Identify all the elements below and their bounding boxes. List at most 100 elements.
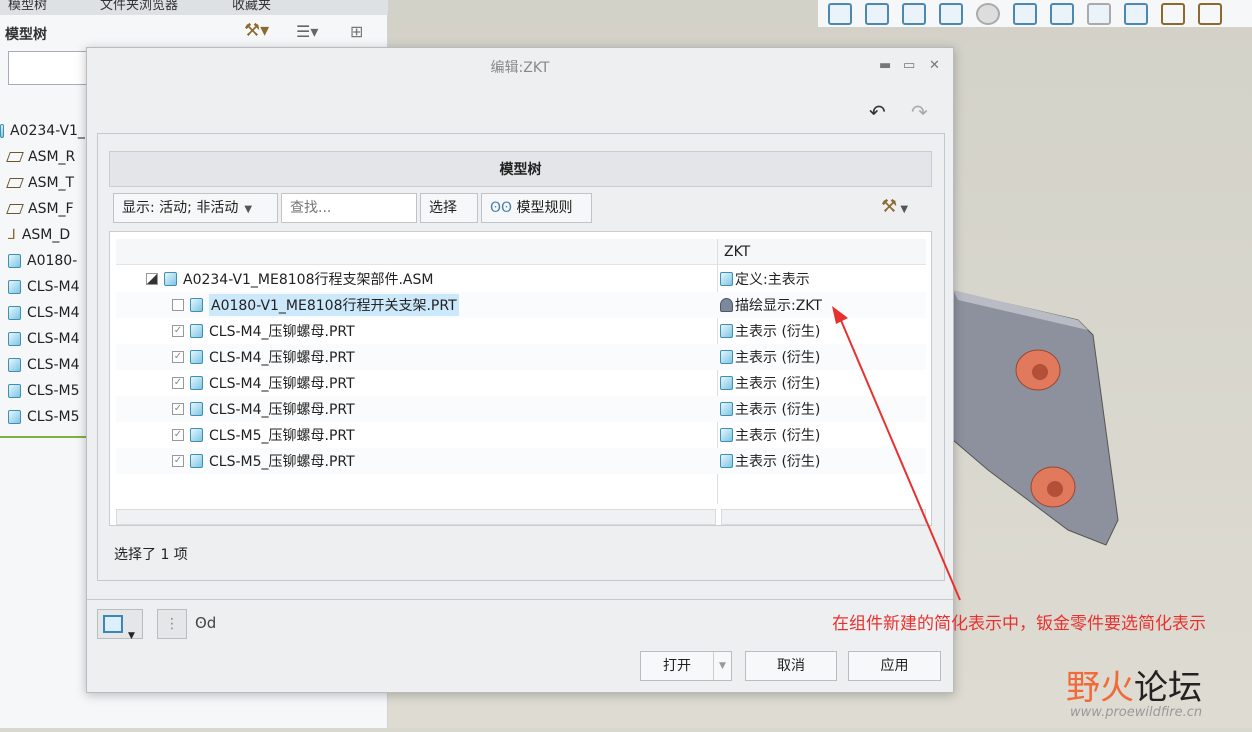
checkbox[interactable]: ✓ <box>172 351 184 363</box>
representation-cell[interactable]: 描绘显示:ZKT <box>720 295 822 315</box>
tree-item[interactable]: CLS-M5 <box>8 380 80 402</box>
representation-cell[interactable]: 主表示 (衍生) <box>720 451 820 471</box>
tree-item[interactable]: ASM_F <box>6 198 74 220</box>
datum-display-icon[interactable] <box>1161 2 1185 25</box>
tab-folder-browser[interactable]: 文件夹浏览器 <box>100 0 178 13</box>
tree-item[interactable]: CLS-M4 <box>8 302 80 324</box>
maximize-button[interactable]: ▭ <box>903 58 915 73</box>
tree-item[interactable]: A0234-V1_ <box>0 120 85 142</box>
column-header-zkt: ZKT <box>724 244 751 260</box>
saved-views-icon[interactable] <box>1013 2 1037 25</box>
representation-cell[interactable]: 主表示 (衍生) <box>720 399 820 419</box>
tree-item[interactable]: CLS-M4 <box>8 328 80 350</box>
undo-icon[interactable]: ↶ <box>869 100 886 124</box>
model-rules-dropdown[interactable]: ʘʘ 模型规则▼ <box>481 193 592 243</box>
user-icon <box>720 298 733 312</box>
component-name: CLS-M4_压铆螺母.PRT <box>209 324 355 340</box>
display-filter-dropdown[interactable]: 显示: 活动; 非活动 ▼ <box>113 193 278 223</box>
close-button[interactable]: ✕ <box>929 58 940 73</box>
part-icon <box>720 402 733 416</box>
component-name: CLS-M5_压铆螺母.PRT <box>209 454 355 470</box>
tree-item[interactable]: CLS-M4 <box>8 276 80 298</box>
expand-toggle[interactable] <box>146 273 158 285</box>
tab-favorites[interactable]: 收藏夹 <box>232 0 271 13</box>
tree-item[interactable]: CLS-M4 <box>8 354 80 376</box>
zoom-fit-icon[interactable] <box>828 2 852 25</box>
part-icon <box>8 358 21 372</box>
open-button[interactable]: 打开 ▼ <box>640 651 732 681</box>
table-row[interactable]: ✓ CLS-M4_压铆螺母.PRT 主表示 (衍生) <box>116 396 926 422</box>
settings-tools-icon[interactable]: ⚒ ▼ <box>881 196 908 217</box>
navigator-tabs: 模型树 文件夹浏览器 收藏夹 <box>0 0 388 15</box>
redo-icon[interactable]: ↷ <box>911 100 928 124</box>
insert-marker[interactable] <box>0 436 88 438</box>
table-row[interactable]: A0234-V1_ME8108行程支架部件.ASM 定义:主表示 <box>116 266 926 292</box>
table-row[interactable]: ✓ CLS-M5_压铆螺母.PRT 主表示 (衍生) <box>116 422 926 448</box>
part-icon <box>720 376 733 390</box>
glasses-icon: ʘʘ <box>490 200 513 216</box>
layout-button[interactable]: ▼ <box>97 609 143 641</box>
tab-model-tree[interactable]: 模型树 <box>8 0 47 13</box>
repaint-icon[interactable] <box>939 2 963 25</box>
part-icon <box>190 376 203 390</box>
tree-item[interactable]: ASM_T <box>6 172 74 194</box>
representation-cell[interactable]: 定义:主表示 <box>720 269 810 289</box>
apply-button[interactable]: 应用 <box>848 651 941 681</box>
section-icon[interactable] <box>1124 2 1148 25</box>
view-manager-icon[interactable] <box>1050 2 1074 25</box>
component-name: CLS-M5_压铆螺母.PRT <box>209 428 355 444</box>
chevron-down-icon: ▼ <box>244 204 253 215</box>
tree-item[interactable]: A0180- <box>8 250 77 272</box>
table-row[interactable]: A0180-V1_ME8108行程开关支架.PRT 描绘显示:ZKT <box>116 292 926 318</box>
select-dropdown[interactable]: 选择▼ <box>420 193 478 243</box>
tree-filter-icon[interactable]: ⊞ <box>350 22 363 41</box>
tree-item[interactable]: ⅃ ASM_D <box>8 224 70 246</box>
tree-item[interactable]: ASM_R <box>6 146 75 168</box>
show-list-icon[interactable]: ☰▾ <box>296 22 318 41</box>
status-text: 选择了 1 项 <box>114 547 188 563</box>
cancel-button[interactable]: 取消 <box>745 651 837 681</box>
part-icon <box>190 324 203 338</box>
plane-icon <box>6 152 24 162</box>
minimize-button[interactable]: ▬ <box>879 58 891 73</box>
horizontal-scrollbar-right[interactable] <box>721 509 926 525</box>
csys-icon: ⅃ <box>8 227 16 243</box>
checkbox[interactable]: ✓ <box>172 455 184 467</box>
zoom-out-icon[interactable] <box>902 2 926 25</box>
table-row[interactable]: ✓ CLS-M5_压铆螺母.PRT 主表示 (衍生) <box>116 448 926 474</box>
table-row[interactable]: ✓ CLS-M4_压铆螺母.PRT 主表示 (衍生) <box>116 318 926 344</box>
checkbox[interactable] <box>172 299 184 311</box>
search-input[interactable] <box>281 193 417 223</box>
component-name: A0180-V1_ME8108行程开关支架.PRT <box>209 294 459 316</box>
representation-cell[interactable]: 主表示 (衍生) <box>720 425 820 445</box>
zoom-in-icon[interactable] <box>865 2 889 25</box>
assembly-icon <box>164 272 177 286</box>
annotation-text: 在组件新建的简化表示中，钣金零件要选简化表示 <box>832 614 1206 634</box>
plane-display-icon[interactable] <box>1198 2 1222 25</box>
representation-cell[interactable]: 主表示 (衍生) <box>720 321 820 341</box>
tree-item[interactable]: CLS-M5 <box>8 406 80 428</box>
table-row[interactable]: ✓ CLS-M4_压铆螺母.PRT 主表示 (衍生) <box>116 370 926 396</box>
part-icon <box>190 454 203 468</box>
checkbox[interactable]: ✓ <box>172 403 184 415</box>
representation-cell[interactable]: 主表示 (衍生) <box>720 373 820 393</box>
part-icon <box>720 454 733 468</box>
horizontal-scrollbar-left[interactable] <box>116 509 716 525</box>
checkbox[interactable]: ✓ <box>172 377 184 389</box>
part-icon <box>720 428 733 442</box>
part-icon <box>190 428 203 442</box>
perspective-icon[interactable] <box>1087 2 1111 25</box>
preview-glasses-icon[interactable]: ʘd <box>195 614 216 632</box>
representation-cell[interactable]: 主表示 (衍生) <box>720 347 820 367</box>
part-icon <box>8 280 21 294</box>
tree-search-input[interactable] <box>8 51 88 85</box>
checkbox[interactable]: ✓ <box>172 325 184 337</box>
table-row[interactable]: ✓ CLS-M4_压铆螺母.PRT 主表示 (衍生) <box>116 344 926 370</box>
settings-tools-icon[interactable]: ⚒▾ <box>244 20 269 41</box>
display-style-icon[interactable] <box>976 2 1000 25</box>
checkbox[interactable]: ✓ <box>172 429 184 441</box>
plane-icon <box>6 178 24 188</box>
panel-title: 模型树 <box>5 27 47 43</box>
dialog-title: 编辑:ZKT <box>490 60 550 76</box>
tree-structure-icon[interactable]: ⋮ <box>157 609 187 639</box>
